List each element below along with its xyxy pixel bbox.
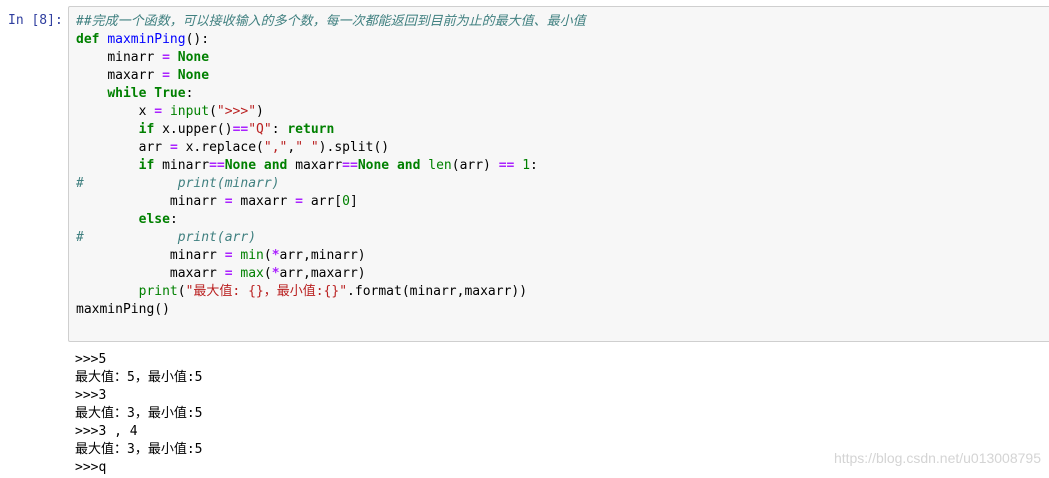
output-line: >>>q: [75, 460, 107, 475]
code-line-16: print("最大值: {}，最小值:{}".format(minarr,max…: [138, 284, 528, 299]
code-line-15: maxarr = max(*arr,maxarr): [169, 266, 366, 281]
code-line-17: maxminPing(): [76, 302, 170, 317]
cell-output: >>>5 最大值：5，最小值:5 >>>3 最大值：3，最小值:5 >>>3 ,…: [75, 351, 202, 477]
code-line-6: x = input(">>>"): [138, 104, 264, 119]
code-line-9: if minarr==None and maxarr==None and len…: [138, 158, 538, 173]
code-line-5: while True:: [107, 86, 194, 101]
code-cell-input[interactable]: ##完成一个函数，可以接收输入的多个数，每一次都能返回到目前为止的最大值、最小值…: [68, 6, 1049, 342]
output-line: 最大值：5，最小值:5: [75, 370, 203, 385]
output-line: >>>3 , 4: [75, 424, 138, 439]
code-line-14: minarr = min(*arr,minarr): [169, 248, 366, 263]
code-line-3: minarr = None: [107, 50, 210, 65]
output-line: 最大值：3，最小值:5: [75, 406, 203, 421]
cell-prompt: In [8]:: [8, 13, 63, 28]
code-line-13: # print(arr): [76, 230, 257, 245]
code-line-8: arr = x.replace(","," ").split(): [138, 140, 390, 155]
output-line: >>>5: [75, 352, 107, 367]
output-line: >>>3: [75, 388, 107, 403]
code-line-2: def maxminPing():: [76, 32, 210, 47]
code-line-1: ##完成一个函数，可以接收输入的多个数，每一次都能返回到目前为止的最大值、最小值: [76, 14, 586, 29]
code-line-7: if x.upper()=="Q": return: [138, 122, 335, 137]
code-line-12: else:: [138, 212, 178, 227]
code-line-4: maxarr = None: [107, 68, 210, 83]
code-line-10: # print(minarr): [76, 176, 280, 191]
code-line-11: minarr = maxarr = arr[0]: [169, 194, 358, 209]
output-line: 最大值：3，最小值:5: [75, 442, 203, 457]
watermark: https://blog.csdn.net/u013008795: [833, 450, 1041, 466]
